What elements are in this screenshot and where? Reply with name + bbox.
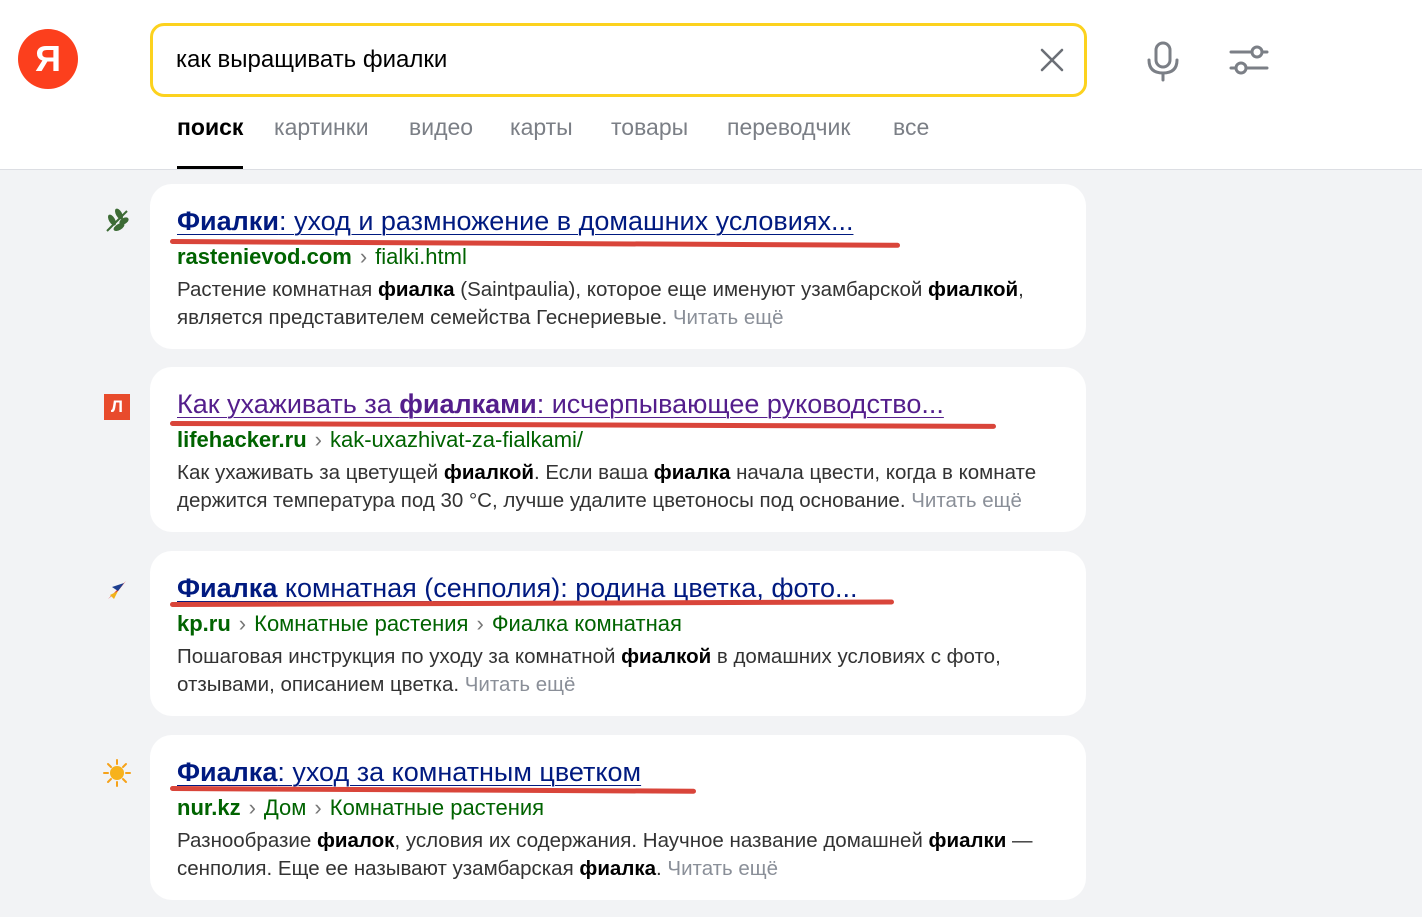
read-more-link[interactable]: Читать ещё	[465, 673, 576, 696]
result-url: lifehacker.ru › kak-uxazhivat-za-fialkami/	[177, 427, 584, 452]
search-box	[150, 23, 1087, 97]
search-result: Фиалка комнатная (сенполия): родина цвет…	[150, 551, 1086, 716]
leaf-icon	[106, 208, 129, 232]
result-title-link[interactable]: Фиалки: уход и размножение в домашних ус…	[177, 206, 853, 237]
result-host-link[interactable]: rastenievod.com	[177, 244, 352, 269]
tab-all[interactable]: все	[893, 114, 929, 169]
filters-icon[interactable]	[1228, 43, 1270, 77]
tab-products[interactable]: товары	[611, 114, 688, 169]
result-crumb[interactable]: Комнатные растения	[254, 611, 468, 636]
search-result: Фиалка: уход за комнатным цветком nur.kz…	[150, 735, 1086, 900]
result-snippet: Как ухаживать за цветущей фиалкой. Если …	[177, 461, 1037, 512]
result-crumb[interactable]: Дом	[264, 795, 307, 820]
result-title-link[interactable]: Фиалка: уход за комнатным цветком	[177, 757, 641, 788]
result-host-link[interactable]: kp.ru	[177, 611, 231, 636]
search-input[interactable]	[176, 26, 1016, 94]
tab-search[interactable]: поиск	[177, 114, 244, 169]
tab-translator[interactable]: переводчик	[727, 114, 850, 169]
result-url: kp.ru › Комнатные растения › Фиалка комнатна…	[177, 611, 682, 636]
result-snippet: Пошаговая инструкция по уходу за комнатн…	[177, 645, 1001, 696]
read-more-link[interactable]: Читать ещё	[911, 489, 1022, 512]
yandex-logo[interactable]: Я	[18, 29, 78, 89]
clear-icon[interactable]	[1038, 46, 1066, 74]
tab-maps[interactable]: карты	[510, 114, 573, 169]
lifehacker-icon: Л	[104, 394, 130, 420]
sun-icon	[103, 759, 131, 787]
result-host-link[interactable]: lifehacker.ru	[177, 427, 307, 452]
search-result: Как ухаживать за фиалками: исчерпывающее…	[150, 367, 1086, 532]
bird-icon	[108, 581, 126, 599]
result-crumb[interactable]: fialki.html	[375, 244, 467, 269]
header: Я поиск картинки видео карты товары пере…	[0, 0, 1422, 170]
tab-video[interactable]: видео	[409, 114, 473, 169]
search-result: Фиалки: уход и размножение в домашних ус…	[150, 184, 1086, 349]
result-snippet: Растение комнатная фиалка (Saintpaulia),…	[177, 278, 1024, 329]
result-host-link[interactable]: nur.kz	[177, 795, 241, 820]
result-url: nur.kz › Дом › Комнатные растения	[177, 795, 545, 820]
tab-images[interactable]: картинки	[274, 114, 369, 169]
result-crumb[interactable]: Комнатные растения	[330, 795, 544, 820]
result-crumb[interactable]: kak-uxazhivat-za-fialkami/	[330, 427, 583, 452]
result-snippet: Разнообразие фиалок, условия их содержан…	[177, 829, 1033, 880]
result-url: rastenievod.com › fialki.html	[177, 244, 467, 269]
result-crumb[interactable]: Фиалка комнатная	[492, 611, 682, 636]
result-title-link[interactable]: Как ухаживать за фиалками: исчерпывающее…	[177, 389, 944, 420]
read-more-link[interactable]: Читать ещё	[667, 857, 778, 880]
microphone-icon[interactable]	[1144, 40, 1182, 82]
read-more-link[interactable]: Читать ещё	[673, 306, 784, 329]
